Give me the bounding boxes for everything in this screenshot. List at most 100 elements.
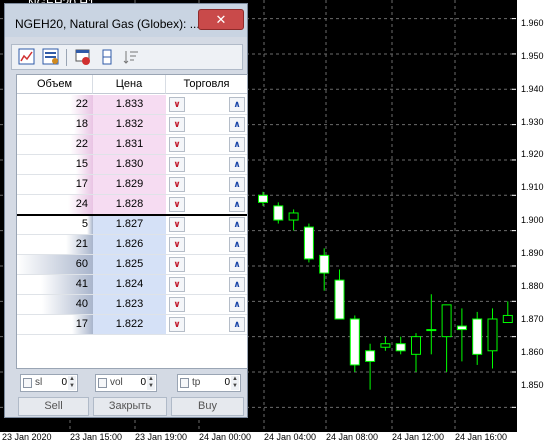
take-profit-label: tp xyxy=(192,377,201,388)
price-tick-label: 1.910 xyxy=(521,182,544,192)
volume-label: vol xyxy=(110,377,123,388)
price-cell[interactable]: 1.832 xyxy=(93,115,166,134)
trade-cell: ∨ ∧ xyxy=(166,295,247,314)
volume-cell: 15 xyxy=(17,155,93,174)
trade-cell: ∨ ∧ xyxy=(166,275,247,294)
take-profit-spinner[interactable]: ▲ ▼ xyxy=(231,376,239,390)
buy-limit-button[interactable]: ∧ xyxy=(229,277,245,292)
sell-button[interactable]: Sell xyxy=(18,397,89,416)
candle-body xyxy=(288,212,299,221)
one-click-trading-icon[interactable] xyxy=(74,48,92,66)
column-header-trade: Торговля xyxy=(166,75,247,94)
volume-checkbox[interactable] xyxy=(98,378,107,388)
chart-icon[interactable] xyxy=(18,48,36,66)
volume-cell: 60 xyxy=(17,255,93,274)
buy-limit-button[interactable]: ∧ xyxy=(229,117,245,132)
volume-value: 60 xyxy=(75,258,88,270)
volume-value: 24 xyxy=(75,198,88,210)
bid-row: 40 1.823 ∨ ∧ xyxy=(17,295,247,315)
candle-body xyxy=(319,254,330,274)
price-cell[interactable]: 1.828 xyxy=(93,195,166,214)
volume-cell: 40 xyxy=(17,295,93,314)
ask-row: 22 1.833 ∨ ∧ xyxy=(17,95,247,115)
take-profit-value: 0 xyxy=(224,377,230,388)
buy-limit-button[interactable]: ∧ xyxy=(229,257,245,272)
volume-value: 18 xyxy=(75,118,88,130)
buy-limit-button[interactable]: ∧ xyxy=(229,197,245,212)
volume-field[interactable]: vol 0 ▲ ▼ xyxy=(95,374,157,392)
sell-limit-button[interactable]: ∨ xyxy=(169,217,185,232)
buy-limit-button[interactable]: ∧ xyxy=(229,137,245,152)
stop-loss-checkbox[interactable] xyxy=(23,378,32,388)
price-cell[interactable]: 1.829 xyxy=(93,175,166,194)
price-tick-label: 1.950 xyxy=(521,51,544,61)
volume-value: 22 xyxy=(75,138,88,150)
bid-row: 21 1.826 ∨ ∧ xyxy=(17,235,247,255)
trade-cell: ∨ ∧ xyxy=(166,235,247,254)
candle-body xyxy=(456,325,467,331)
buy-limit-button[interactable]: ∧ xyxy=(229,217,245,232)
depth-of-market-window[interactable]: NGEH20, Natural Gas (Globex): ... ✕ Объе… xyxy=(4,3,248,418)
dom-toolbar xyxy=(11,44,243,70)
volume-cell: 17 xyxy=(17,175,93,194)
volume-value: 40 xyxy=(75,298,88,310)
price-cell[interactable]: 1.822 xyxy=(93,315,166,334)
volume-cell: 22 xyxy=(17,135,93,154)
sell-limit-button[interactable]: ∨ xyxy=(169,197,185,212)
price-cell[interactable]: 1.831 xyxy=(93,135,166,154)
time-tick-label: 23 Jan 2020 xyxy=(2,432,52,442)
price-cell[interactable]: 1.825 xyxy=(93,255,166,274)
price-tick-label: 1.870 xyxy=(521,314,544,324)
close-button[interactable]: ✕ xyxy=(198,9,244,30)
price-tick-label: 1.920 xyxy=(521,149,544,159)
price-tick-label: 1.940 xyxy=(521,84,544,94)
window-titlebar[interactable]: NGEH20, Natural Gas (Globex): ... ✕ xyxy=(5,4,247,37)
stop-loss-spinner[interactable]: ▲ ▼ xyxy=(68,376,76,390)
buy-limit-button[interactable]: ∧ xyxy=(229,317,245,332)
trade-cell: ∨ ∧ xyxy=(166,115,247,134)
candle-body xyxy=(441,304,452,338)
take-profit-checkbox[interactable] xyxy=(180,378,189,388)
volume-cell: 22 xyxy=(17,95,93,114)
candle-body xyxy=(258,194,268,203)
sell-limit-button[interactable]: ∨ xyxy=(169,237,185,252)
price-cell[interactable]: 1.824 xyxy=(93,275,166,294)
sell-limit-button[interactable]: ∨ xyxy=(169,157,185,172)
price-cell[interactable]: 1.833 xyxy=(93,95,166,114)
sell-limit-button[interactable]: ∨ xyxy=(169,277,185,292)
price-cell[interactable]: 1.827 xyxy=(93,215,166,234)
column-header-price: Цена xyxy=(93,75,166,94)
close-position-button[interactable]: Закрыть xyxy=(93,397,167,416)
buy-limit-button[interactable]: ∧ xyxy=(229,97,245,112)
price-cell[interactable]: 1.823 xyxy=(93,295,166,314)
sell-limit-button[interactable]: ∨ xyxy=(169,257,185,272)
stop-loss-field[interactable]: sl 0 ▲ ▼ xyxy=(20,374,78,392)
buy-limit-button[interactable]: ∧ xyxy=(229,157,245,172)
time-tick-label: 23 Jan 19:00 xyxy=(135,432,188,442)
sell-limit-button[interactable]: ∨ xyxy=(169,117,185,132)
price-tick-label: 1.880 xyxy=(521,281,544,291)
time-tick-label: 24 Jan 12:00 xyxy=(392,432,445,442)
price-tick-label: 1.890 xyxy=(521,248,544,258)
buy-limit-button[interactable]: ∧ xyxy=(229,297,245,312)
scroll-to-spread-icon[interactable] xyxy=(98,48,116,66)
sell-limit-button[interactable]: ∨ xyxy=(169,177,185,192)
trade-cell: ∨ ∧ xyxy=(166,255,247,274)
candle-body xyxy=(426,329,437,332)
sell-limit-button[interactable]: ∨ xyxy=(169,137,185,152)
price-tick-label: 1.960 xyxy=(521,18,544,28)
time-tick-label: 24 Jan 00:00 xyxy=(199,432,252,442)
buy-limit-button[interactable]: ∧ xyxy=(229,237,245,252)
sell-limit-button[interactable]: ∨ xyxy=(169,317,185,332)
sort-levels-icon[interactable] xyxy=(122,48,140,66)
buy-limit-button[interactable]: ∧ xyxy=(229,177,245,192)
settings-icon[interactable] xyxy=(42,48,60,66)
take-profit-field[interactable]: tp 0 ▲ ▼ xyxy=(177,374,241,392)
volume-spinner[interactable]: ▲ ▼ xyxy=(147,376,155,390)
stop-loss-value: 0 xyxy=(61,377,67,388)
sell-limit-button[interactable]: ∨ xyxy=(169,297,185,312)
buy-button[interactable]: Buy xyxy=(171,397,244,416)
price-cell[interactable]: 1.830 xyxy=(93,155,166,174)
price-cell[interactable]: 1.826 xyxy=(93,235,166,254)
sell-limit-button[interactable]: ∨ xyxy=(169,97,185,112)
